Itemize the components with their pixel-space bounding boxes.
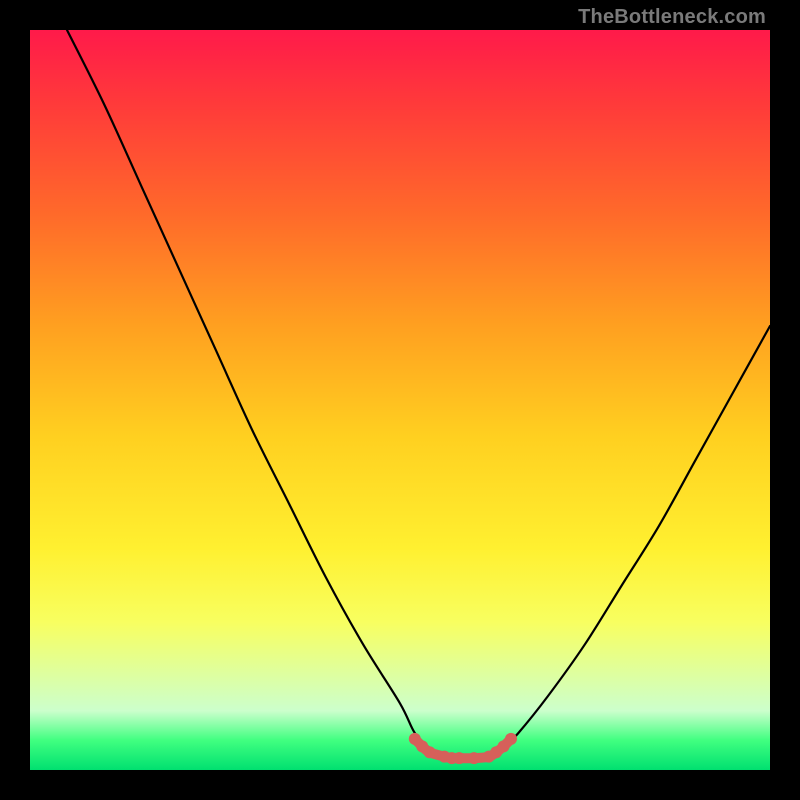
highlight-dot (424, 746, 436, 758)
highlight-dot (505, 733, 517, 745)
highlight-dot (453, 752, 465, 764)
chart-container: TheBottleneck.com (0, 0, 800, 800)
bottom-highlight-dots (409, 733, 517, 764)
highlight-dot (468, 752, 480, 764)
bottleneck-curve (67, 30, 770, 760)
curve-svg (30, 30, 770, 770)
plot-area (30, 30, 770, 770)
watermark-text: TheBottleneck.com (578, 6, 766, 29)
